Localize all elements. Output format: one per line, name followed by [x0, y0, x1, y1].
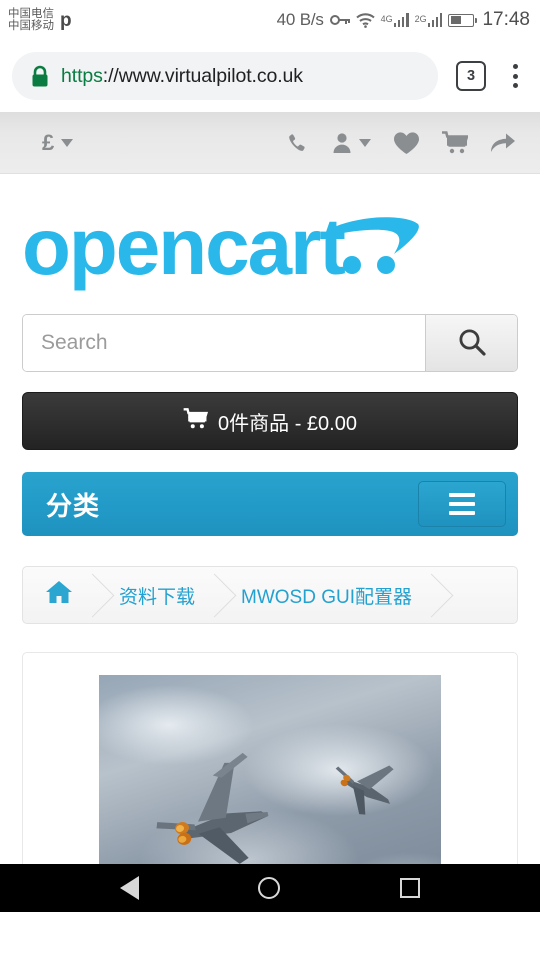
signal-bars-4g	[393, 13, 409, 27]
opencart-logo-graphic: opencart	[22, 202, 419, 291]
signal-label-4g: 4G	[380, 14, 393, 24]
category-navbar: 分类	[22, 472, 518, 536]
recents-button[interactable]	[400, 878, 421, 898]
chevron-down-icon	[359, 138, 371, 147]
android-navigation-bar	[0, 864, 540, 912]
checkout-arrow-icon[interactable]	[490, 132, 516, 154]
status-bar-clock: 17:48	[482, 9, 530, 30]
lock-icon	[30, 65, 50, 88]
currency-symbol: £	[42, 129, 55, 155]
home-icon	[45, 579, 73, 612]
carrier-name-2: 中国移动	[8, 20, 54, 32]
chevron-down-icon	[61, 138, 74, 147]
battery-fill	[450, 15, 461, 25]
store-logo[interactable]: opencart	[0, 174, 540, 314]
phone-icon[interactable]	[285, 131, 309, 155]
wifi-icon	[355, 12, 375, 28]
android-status-bar: 中国电信 中国移动 p 40 B/s 4G 2G 17:48	[0, 0, 540, 40]
webpage-viewport: £ opencart Search 0件商品 - £0.00 分类 资料下载 M…	[0, 112, 540, 912]
url-host: ://www.virtualpilot.co.uk	[102, 64, 303, 87]
shopping-cart-icon	[183, 407, 209, 435]
signal-icon-2g: 2G	[415, 13, 443, 27]
carrier-labels: 中国电信 中国移动	[8, 8, 54, 33]
breadcrumb: 资料下载 MWOSD GUI配置器	[22, 566, 518, 624]
hamburger-menu-icon[interactable]	[418, 481, 506, 527]
back-button[interactable]	[119, 876, 139, 900]
shopping-cart-icon[interactable]	[442, 131, 468, 154]
signal-icon-4g: 4G	[381, 13, 409, 27]
breadcrumb-item-1[interactable]: MWOSD GUI配置器	[215, 567, 432, 623]
battery-icon	[448, 13, 478, 27]
browser-toolbar: https://www.virtualpilot.co.uk 3	[0, 40, 540, 112]
signal-bars-2g	[427, 13, 443, 27]
status-bar-right: 40 B/s 4G 2G 17:48	[277, 9, 530, 31]
search-button[interactable]	[425, 315, 517, 371]
category-navbar-title: 分类	[46, 490, 101, 521]
currency-selector[interactable]: £	[42, 129, 74, 156]
home-button[interactable]	[258, 877, 281, 899]
cart-total-button[interactable]: 0件商品 - £0.00	[22, 392, 518, 450]
user-account-icon[interactable]	[331, 131, 371, 154]
cart-total-label: 0件商品 - £0.00	[218, 412, 357, 435]
store-top-bar: £	[0, 112, 540, 174]
signal-label-2g: 2G	[414, 14, 427, 24]
carrier-glyph: p	[60, 10, 72, 31]
network-speed-label: 40 B/s	[276, 10, 324, 29]
svg-text:opencart: opencart	[22, 202, 345, 291]
wishlist-heart-icon[interactable]	[393, 131, 420, 155]
carrier-name-1: 中国电信	[8, 7, 54, 20]
status-bar-left: 中国电信 中国移动 p	[8, 8, 72, 33]
url-scheme: https	[61, 64, 103, 87]
search-input[interactable]	[23, 315, 425, 371]
vpn-key-icon	[329, 13, 350, 27]
breadcrumb-item-home[interactable]	[23, 567, 93, 623]
search-bar	[22, 314, 518, 372]
header-icon-group	[285, 131, 516, 155]
kebab-menu-icon[interactable]	[502, 59, 528, 93]
url-text: https://www.virtualpilot.co.uk	[61, 65, 303, 88]
search-magnifier-icon	[457, 327, 487, 360]
url-bar[interactable]: https://www.virtualpilot.co.uk	[12, 52, 438, 100]
tab-counter-button[interactable]: 3	[456, 61, 486, 91]
